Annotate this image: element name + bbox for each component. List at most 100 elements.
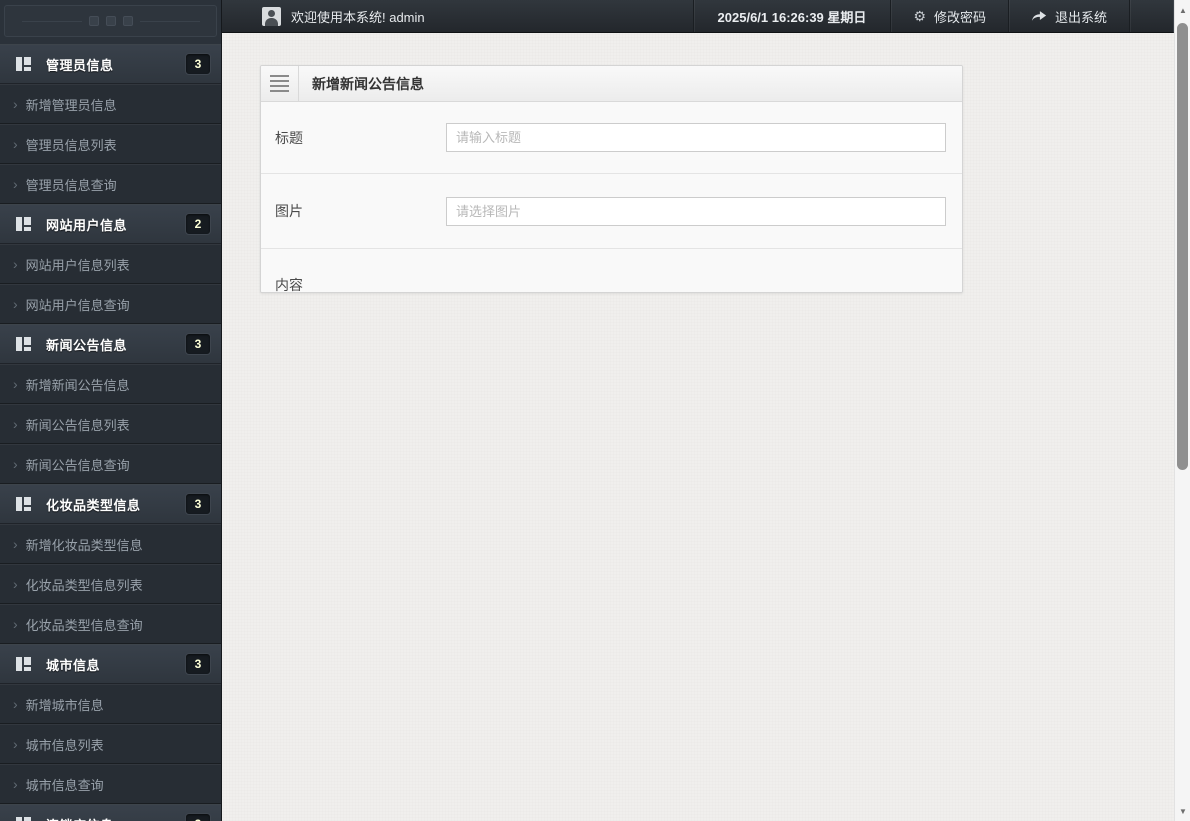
sidebar-item-label: 新闻公告信息列表 <box>25 417 130 433</box>
sidebar-section-badge: 2 <box>185 213 211 235</box>
panel-title: 新增新闻公告信息 <box>312 75 424 92</box>
sidebar-section-badge: 3 <box>185 333 211 355</box>
datetime-display: 2025/6/1 16:26:39 星期日 <box>692 0 891 32</box>
sidebar-item-label: 网站用户信息查询 <box>25 297 130 313</box>
sidebar-item-label: 新闻公告信息查询 <box>25 457 130 473</box>
gear-icon: ⚙ <box>913 8 926 24</box>
sidebar-section-badge: 3 <box>185 493 211 515</box>
change-password-label: 修改密码 <box>933 9 986 25</box>
sidebar-section-header[interactable]: 管理员信息 3 <box>0 44 221 84</box>
scrollbar-thumb[interactable] <box>1177 23 1188 470</box>
field-label: 图片 <box>275 203 303 219</box>
sidebar-item-label: 管理员信息列表 <box>25 137 117 153</box>
field-input[interactable] <box>446 196 946 226</box>
field-label: 内容 <box>275 276 303 293</box>
user-avatar-icon <box>262 6 281 26</box>
handle-dot <box>105 16 116 26</box>
hamburger-icon <box>270 75 289 77</box>
sidebar-section-badge: 3 <box>185 53 211 75</box>
chevron-right-icon: › <box>13 736 18 752</box>
welcome-message: 欢迎使用本系统! admin <box>291 9 425 25</box>
divider <box>139 20 200 22</box>
grid-icon <box>16 497 31 511</box>
chevron-right-icon: › <box>13 96 18 112</box>
sidebar-item-label: 新增新闻公告信息 <box>25 377 130 393</box>
chevron-right-icon: › <box>13 456 18 472</box>
change-password-button[interactable]: ⚙ 修改密码 <box>890 0 1008 32</box>
chevron-right-icon: › <box>13 376 18 392</box>
grid-icon <box>16 657 31 671</box>
sidebar-item[interactable]: › 化妆品类型信息列表 <box>0 564 221 604</box>
sidebar-item-label: 化妆品类型信息查询 <box>25 617 143 633</box>
sidebar-item-label: 新增管理员信息 <box>25 97 117 113</box>
sidebar-section-header[interactable]: 网站用户信息 2 <box>0 204 221 244</box>
welcome-area: 欢迎使用本系统! admin <box>222 6 425 26</box>
sidebar-item-label: 化妆品类型信息列表 <box>25 577 143 593</box>
chevron-right-icon: › <box>13 136 18 152</box>
sidebar-section-header[interactable]: 新闻公告信息 3 <box>0 324 221 364</box>
sidebar-item-label: 网站用户信息列表 <box>25 257 130 273</box>
sidebar-section-badge: 3 <box>185 813 211 821</box>
sidebar-section-header[interactable]: 连锁店信息 3 <box>0 804 221 821</box>
panel-header: 新增新闻公告信息 <box>261 66 962 102</box>
grid-icon <box>16 817 31 821</box>
chevron-right-icon: › <box>13 416 18 432</box>
form-row: 内容 <box>261 248 962 293</box>
panel-menu-button[interactable] <box>261 66 299 101</box>
field-input[interactable] <box>446 123 946 152</box>
app-window: 管理员信息 3 › 新增管理员信息 › 管理员信息列表 › 管理员信息查询 网站… <box>0 0 1190 821</box>
chevron-right-icon: › <box>13 256 18 272</box>
sidebar-section-label: 管理员信息 <box>46 57 114 73</box>
topbar-right: 2025/6/1 16:26:39 星期日 ⚙ 修改密码 退出系统 <box>692 0 1173 32</box>
form-rows: 标题 图片 内容 <box>261 102 962 293</box>
sidebar-item-label: 城市信息查询 <box>25 777 104 793</box>
sidebar-item[interactable]: › 管理员信息列表 <box>0 124 221 164</box>
chevron-right-icon: › <box>13 696 18 712</box>
page-scrollbar[interactable]: ▲ ▼ <box>1174 0 1190 821</box>
sidebar-item[interactable]: › 管理员信息查询 <box>0 164 221 204</box>
sidebar-section-label: 连锁店信息 <box>46 815 114 821</box>
chevron-right-icon: › <box>13 576 18 592</box>
sidebar-section-label: 城市信息 <box>46 657 101 673</box>
sidebar-item[interactable]: › 网站用户信息查询 <box>0 284 221 324</box>
sidebar-section-label: 网站用户信息 <box>46 217 128 233</box>
handle-dot <box>88 16 99 26</box>
chevron-right-icon: › <box>13 176 18 192</box>
chevron-right-icon: › <box>13 536 18 552</box>
grid-icon <box>16 57 31 71</box>
sidebar-item[interactable]: › 城市信息列表 <box>0 724 221 764</box>
sidebar-section-header[interactable]: 城市信息 3 <box>0 644 221 684</box>
sidebar-item[interactable]: › 化妆品类型信息查询 <box>0 604 221 644</box>
logout-arrow-icon <box>1031 11 1047 21</box>
scrollbar-up-icon[interactable]: ▲ <box>1175 2 1190 18</box>
sidebar-item[interactable]: › 新增管理员信息 <box>0 84 221 124</box>
sidebar-section-label: 化妆品类型信息 <box>46 497 141 513</box>
sidebar-item-label: 新增城市信息 <box>25 697 104 713</box>
scrollbar-down-icon[interactable]: ▼ <box>1175 803 1190 819</box>
logout-label: 退出系统 <box>1054 9 1107 25</box>
form-row: 图片 <box>261 173 962 248</box>
sidebar: 管理员信息 3 › 新增管理员信息 › 管理员信息列表 › 管理员信息查询 网站… <box>0 0 222 821</box>
chevron-right-icon: › <box>13 776 18 792</box>
sidebar-item[interactable]: › 新增城市信息 <box>0 684 221 724</box>
sidebar-item[interactable]: › 城市信息查询 <box>0 764 221 804</box>
sidebar-item[interactable]: › 新增化妆品类型信息 <box>0 524 221 564</box>
grid-icon <box>16 217 31 231</box>
sidebar-menu: 管理员信息 3 › 新增管理员信息 › 管理员信息列表 › 管理员信息查询 网站… <box>0 44 221 821</box>
logout-button[interactable]: 退出系统 <box>1007 0 1129 32</box>
sidebar-collapse-handle[interactable] <box>4 5 217 37</box>
sidebar-item[interactable]: › 新增新闻公告信息 <box>0 364 221 404</box>
form-row: 标题 <box>261 102 962 173</box>
divider <box>21 20 82 22</box>
sidebar-item-label: 管理员信息查询 <box>25 177 117 193</box>
chevron-right-icon: › <box>13 616 18 632</box>
main-content: 新增新闻公告信息 标题 图片 内容 <box>222 33 1174 821</box>
topbar-spacer <box>1129 0 1173 32</box>
sidebar-section-header[interactable]: 化妆品类型信息 3 <box>0 484 221 524</box>
sidebar-item-label: 城市信息列表 <box>25 737 104 753</box>
sidebar-item[interactable]: › 网站用户信息列表 <box>0 244 221 284</box>
sidebar-item[interactable]: › 新闻公告信息列表 <box>0 404 221 444</box>
form-panel: 新增新闻公告信息 标题 图片 内容 <box>260 65 963 293</box>
sidebar-item[interactable]: › 新闻公告信息查询 <box>0 444 221 484</box>
topbar: 欢迎使用本系统! admin 2025/6/1 16:26:39 星期日 ⚙ 修… <box>222 0 1174 33</box>
